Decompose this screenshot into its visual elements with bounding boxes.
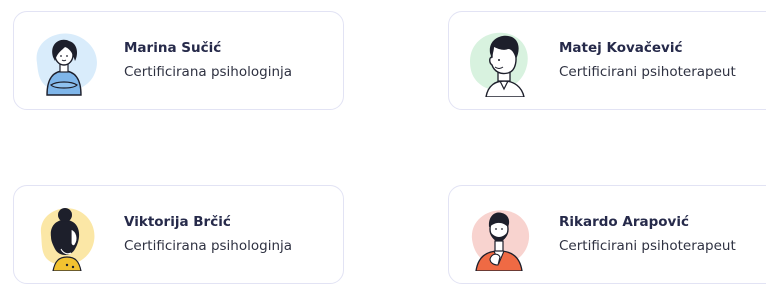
therapist-role: Certificirana psihologinja [124,238,293,254]
therapist-card-viktorija[interactable]: Viktorija Brčić Certificirana psihologin… [13,185,344,284]
therapist-card-matej[interactable]: Matej Kovačević Certificirani psihoterap… [448,11,766,110]
therapist-name: Rikardo Arapović [559,214,689,230]
therapist-role: Certificirani psihoterapeut [559,64,736,80]
therapist-name: Marina Sučić [124,40,222,56]
woman-arms-crossed-avatar-icon [27,25,101,97]
man-smiling-avatar-icon [462,25,536,97]
bearded-man-avatar-icon [462,199,536,271]
therapist-card-rikardo[interactable]: Rikardo Arapović Certificirani psihotera… [448,185,766,284]
therapist-role: Certificirani psihoterapeut [559,238,736,254]
therapist-name: Matej Kovačević [559,40,683,56]
therapist-role: Certificirana psihologinja [124,64,293,80]
woman-hair-bun-avatar-icon [27,199,101,271]
therapist-name: Viktorija Brčić [124,214,231,230]
therapist-card-marina[interactable]: Marina Sučić Certificirana psihologinja [13,11,344,110]
